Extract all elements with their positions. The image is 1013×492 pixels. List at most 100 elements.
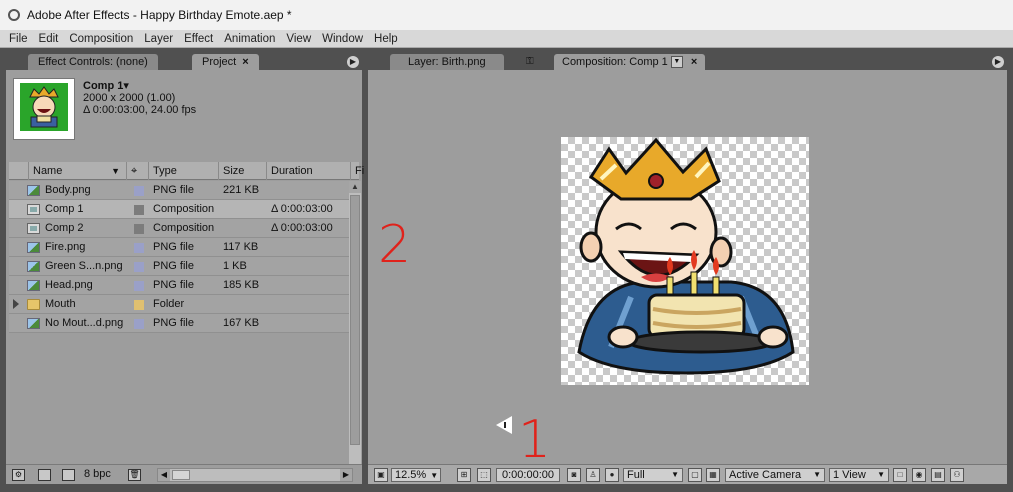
menu-edit[interactable]: Edit	[39, 33, 59, 45]
new-composition-icon[interactable]	[62, 469, 75, 481]
col-file-path-label: Fi	[355, 165, 365, 177]
label-swatch[interactable]	[134, 243, 144, 253]
menu-effect[interactable]: Effect	[184, 33, 213, 45]
magnification-dropdown[interactable]: 12.5% ▼	[391, 468, 441, 482]
menu-help[interactable]: Help	[374, 33, 398, 45]
resolution-value: Full	[627, 469, 645, 481]
window-titlebar: Adobe After Effects - Happy Birthday Emo…	[0, 0, 1013, 30]
project-horizontal-scrollbar[interactable]: ◀ ▶	[157, 468, 353, 482]
menu-layer[interactable]: Layer	[144, 33, 173, 45]
menu-composition[interactable]: Composition	[69, 33, 133, 45]
timecode-display[interactable]: 0:00:00:00	[496, 468, 560, 482]
label-swatch[interactable]	[134, 319, 144, 329]
comp-info: Comp 1▾ 2000 x 2000 (1.00) Δ 0:00:03:00,…	[83, 80, 196, 116]
col-label[interactable]: ⌖	[127, 162, 149, 180]
snapshot-camera-icon[interactable]: ◙	[567, 468, 581, 482]
item-type: Composition	[153, 203, 215, 215]
right-tab-row: Layer: Birth.png ⚿ Composition: Comp 1 ▼ …	[368, 54, 1007, 70]
label-swatch[interactable]	[134, 186, 144, 196]
project-item[interactable]: Mouth Folder	[9, 295, 349, 314]
label-swatch[interactable]	[134, 262, 144, 272]
pixel-aspect-icon[interactable]: □	[893, 468, 907, 482]
scroll-left-icon[interactable]: ◀	[158, 469, 170, 481]
timeline-icon[interactable]: ▤	[931, 468, 945, 482]
col-duration[interactable]: Duration	[267, 162, 351, 180]
trash-icon[interactable]: 🗑	[128, 469, 141, 481]
menu-view[interactable]: View	[286, 33, 311, 45]
column-header: Name ▼ ⌖ Type Size Duration Fi	[9, 162, 364, 180]
project-item[interactable]: Fire.png PNG file 117 KB	[9, 238, 349, 257]
panel-menu-icon[interactable]: ▶	[992, 56, 1004, 68]
project-vertical-scrollbar[interactable]: ▲ ▼	[349, 181, 361, 476]
always-preview-icon[interactable]: ▣	[374, 468, 388, 482]
item-size: 167 KB	[223, 317, 260, 329]
close-icon[interactable]: ×	[242, 56, 248, 68]
transparency-grid-icon[interactable]: ▦	[706, 468, 720, 482]
png-file-icon	[27, 185, 40, 196]
item-type: PNG file	[153, 241, 194, 253]
label-swatch[interactable]	[134, 300, 144, 310]
annotation-number-2: 2	[378, 215, 412, 275]
scroll-up-icon[interactable]: ▲	[349, 181, 361, 193]
tab-layer[interactable]: Layer: Birth.png	[390, 54, 504, 70]
scroll-right-icon[interactable]: ▶	[340, 469, 352, 481]
menu-bar: File Edit Composition Layer Effect Anima…	[0, 30, 1013, 48]
camera-dropdown[interactable]: Active Camera ▼	[725, 468, 825, 482]
dropdown-arrow-icon: ▼	[671, 470, 679, 479]
col-file-path[interactable]: Fi	[351, 162, 364, 180]
label-swatch[interactable]	[134, 205, 144, 215]
item-name: Green S...n.png	[45, 260, 123, 272]
comp-name[interactable]: Comp 1▾	[83, 80, 196, 92]
grid-guides-icon[interactable]: ⊞	[457, 468, 471, 482]
color-channel-icon[interactable]: ●	[605, 468, 619, 482]
expand-triangle-icon[interactable]	[13, 299, 19, 309]
lock-icon[interactable]: ⚿	[526, 56, 534, 67]
new-folder-icon[interactable]	[38, 469, 51, 481]
show-snapshot-icon[interactable]: ♙	[586, 468, 600, 482]
composition-icon	[27, 223, 40, 234]
project-item[interactable]: Green S...n.png PNG file 1 KB	[9, 257, 349, 276]
project-item[interactable]: No Mout...d.png PNG file 167 KB	[9, 314, 349, 333]
item-size: 221 KB	[223, 184, 260, 196]
menu-window[interactable]: Window	[322, 33, 363, 45]
col-name[interactable]: Name ▼	[29, 162, 127, 180]
view-layout-dropdown[interactable]: 1 View ▼	[829, 468, 889, 482]
project-item[interactable]: Body.png PNG file 221 KB	[9, 181, 349, 200]
label-swatch[interactable]	[134, 224, 144, 234]
tab-project[interactable]: Project ×	[192, 54, 259, 70]
item-size: 1 KB	[223, 260, 247, 272]
menu-animation[interactable]: Animation	[224, 33, 275, 45]
label-swatch[interactable]	[134, 281, 144, 291]
birthday-emote-artwork	[577, 137, 795, 375]
mask-visibility-icon[interactable]: ⬚	[477, 468, 491, 482]
bit-depth-button[interactable]: 8 bpc	[84, 468, 111, 480]
tab-effect-controls[interactable]: Effect Controls: (none)	[28, 54, 158, 70]
interpret-footage-icon[interactable]: ⚙	[12, 469, 25, 481]
item-size: 117 KB	[223, 241, 259, 253]
thumbnail-image	[20, 83, 68, 131]
png-file-icon	[27, 280, 40, 291]
close-icon[interactable]: ×	[691, 56, 697, 68]
dropdown-arrow-icon[interactable]: ▼	[670, 56, 683, 69]
project-bottom-bar: ⚙ 8 bpc 🗑 ◀ ▶	[6, 464, 362, 484]
menu-file[interactable]: File	[9, 33, 28, 45]
region-of-interest-icon[interactable]: ▢	[688, 468, 702, 482]
fast-previews-icon[interactable]: ◉	[912, 468, 926, 482]
col-size-label: Size	[223, 165, 245, 177]
project-item[interactable]: Head.png PNG file 185 KB	[9, 276, 349, 295]
scroll-thumb[interactable]	[172, 470, 190, 480]
project-item[interactable]: Comp 1 Composition Δ 0:00:03:00	[9, 200, 349, 219]
panel-menu-icon[interactable]: ▶	[347, 56, 359, 68]
resolution-dropdown[interactable]: Full ▼	[623, 468, 683, 482]
col-type[interactable]: Type	[149, 162, 219, 180]
mouse-cursor-icon	[496, 416, 512, 434]
flowchart-icon[interactable]: ⚇	[950, 468, 964, 482]
item-name: Comp 1	[45, 203, 84, 215]
project-item[interactable]: Comp 2 Composition Δ 0:00:03:00	[9, 219, 349, 238]
tab-composition[interactable]: Composition: Comp 1 ▼ ×	[554, 54, 706, 70]
composition-canvas[interactable]	[561, 137, 809, 385]
tab-composition-label: Composition: Comp 1	[562, 56, 668, 68]
col-size[interactable]: Size	[219, 162, 267, 180]
scroll-thumb[interactable]	[350, 195, 360, 445]
item-type: PNG file	[153, 184, 194, 196]
